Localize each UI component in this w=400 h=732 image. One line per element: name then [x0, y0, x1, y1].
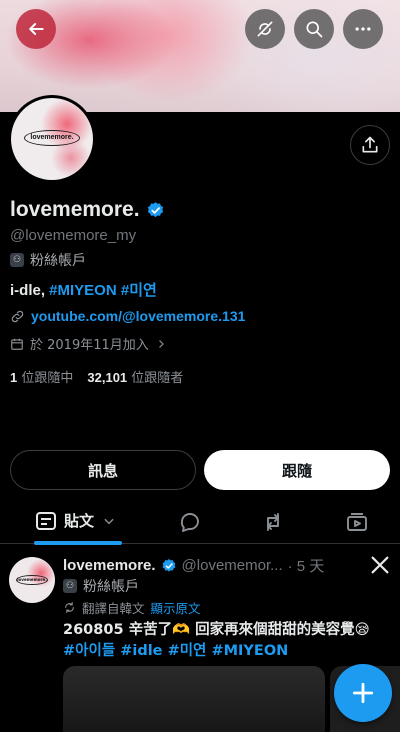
search-button[interactable] [294, 9, 334, 49]
tab-posts-label: 貼文 [64, 512, 95, 530]
message-button[interactable]: 訊息 [10, 450, 196, 490]
profile-handle: @lovememore_my [10, 227, 137, 244]
profile-link-row: youtube.com/@lovememore.131 [10, 308, 245, 324]
media-tab-icon[interactable] [345, 510, 369, 534]
share-icon [362, 136, 378, 153]
followers-label: 位跟隨者 [131, 371, 184, 386]
compose-plus-icon [352, 682, 374, 704]
chevron-right-icon [158, 339, 164, 348]
post-media-image[interactable] [63, 666, 325, 732]
bio-hashtag-miyeon-kr[interactable]: #미연 [121, 282, 157, 299]
share-button[interactable] [350, 125, 390, 165]
post-account-type: ⚇ 粉絲帳戶 [63, 576, 139, 596]
account-type-row: ⚇ 粉絲帳戶 [10, 250, 86, 270]
post-translation-row: 翻譯自韓文 顯示原文 [63, 598, 201, 617]
post-hashtags[interactable]: #아이들 #idle #미연 #MIYEON [63, 641, 370, 662]
avatar-logo: lovememore. [24, 130, 80, 146]
fan-account-icon: ⚇ [63, 579, 77, 593]
verified-badge-icon [147, 201, 163, 217]
bio-hashtag-miyeon[interactable]: #MIYEON [49, 282, 117, 299]
link-icon [11, 310, 24, 322]
post-header: lovememore. @lovememor... · 5 天 [63, 555, 324, 576]
display-name: lovememore. [10, 198, 140, 221]
avatar-image: lovememore. [11, 98, 93, 180]
follow-stats: 1 位跟隨中 32,101 位跟隨者 [10, 367, 183, 386]
calendar-icon [11, 338, 23, 350]
profile-link[interactable]: youtube.com/@lovememore.131 [31, 308, 245, 324]
chevron-down-icon [104, 518, 114, 524]
bio-text: i-dle, [10, 282, 50, 299]
followers-count: 32,101 [87, 370, 128, 385]
search-icon [306, 21, 323, 38]
following-count: 1 [10, 370, 18, 385]
post-account-type-label: 粉絲帳戶 [83, 579, 139, 595]
post-author-name[interactable]: lovememore. [63, 557, 156, 574]
sync-off-icon [257, 21, 273, 37]
followers-stat[interactable]: 32,101 位跟隨者 [87, 367, 183, 386]
show-original-link[interactable]: 顯示原文 [151, 598, 201, 617]
translate-icon [65, 602, 74, 613]
active-tab-indicator [34, 541, 122, 545]
joined-row[interactable]: 於 2019年11月加入 [10, 334, 167, 353]
joined-date: 於 2019年11月加入 [30, 338, 149, 353]
back-arrow-icon [29, 23, 44, 35]
x-logo-icon [371, 556, 389, 574]
compose-button[interactable] [334, 664, 392, 722]
profile-avatar[interactable]: lovememore. [8, 95, 96, 183]
post-time: · 5 天 [287, 558, 325, 575]
post-avatar[interactable]: lovememore. [9, 557, 55, 603]
reply-tab-icon[interactable] [178, 510, 202, 534]
translate-label: 翻譯自韓文 [82, 601, 145, 616]
name-row: lovememore. [10, 198, 165, 222]
post-avatar-logo: lovememore. [16, 575, 48, 585]
account-type-label: 粉絲帳戶 [30, 253, 86, 269]
follow-button[interactable]: 跟隨 [204, 450, 390, 490]
post-text: 260805 辛苦了🫶 回家再來個甜甜的美容覺😪 #아이들 #idle #미연 … [63, 620, 370, 662]
fan-account-icon: ⚇ [10, 253, 24, 267]
repost-tab-icon[interactable] [261, 510, 285, 534]
posts-tab-icon [36, 511, 56, 530]
following-label: 位跟隨中 [21, 371, 74, 386]
back-button[interactable] [16, 9, 56, 49]
profile-bio: i-dle, #MIYEON #미연 [10, 279, 157, 300]
sync-button[interactable] [245, 9, 285, 49]
tab-posts[interactable]: 貼文 [36, 510, 116, 531]
verified-badge-icon [162, 558, 175, 572]
more-icon [355, 27, 371, 31]
post-body: 260805 辛苦了🫶 回家再來個甜甜的美容覺😪 [63, 622, 370, 638]
more-button[interactable] [343, 9, 383, 49]
post-author-handle: @lovememor... [181, 557, 283, 574]
following-stat[interactable]: 1 位跟隨中 [10, 367, 73, 386]
profile-tabs: 貼文 [0, 500, 400, 545]
